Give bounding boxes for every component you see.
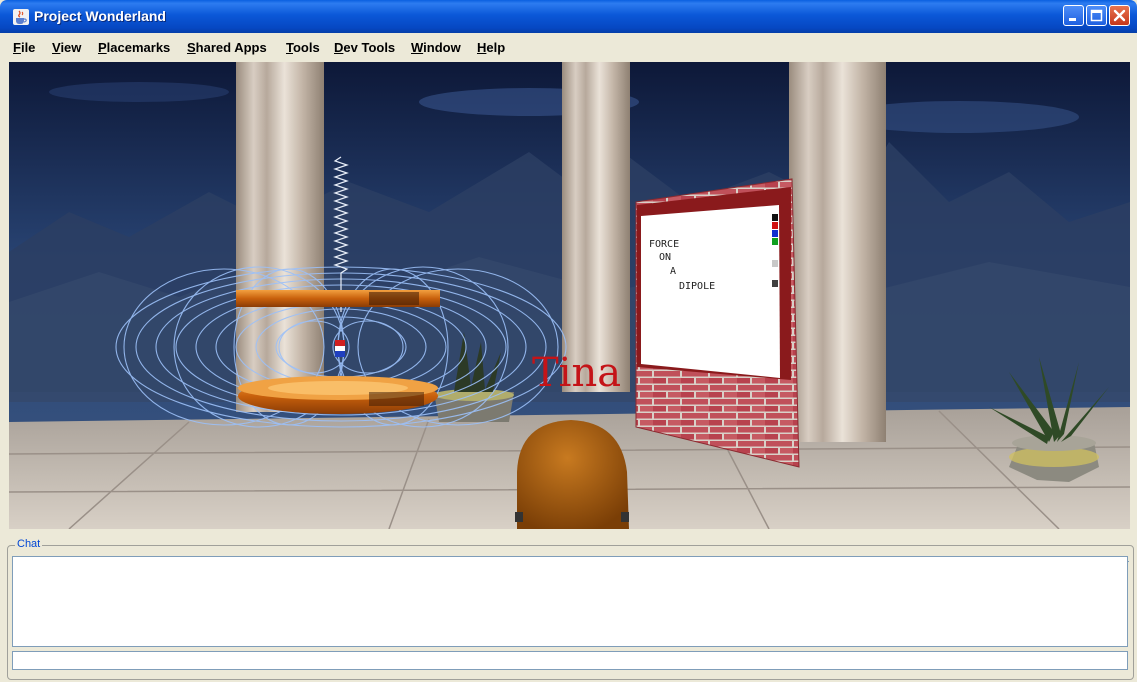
3d-viewport[interactable]: FORCE ON A DIPOLE Tina: [9, 62, 1130, 529]
chat-input[interactable]: [12, 651, 1128, 670]
chat-log[interactable]: [12, 556, 1128, 647]
chat-label: Chat: [15, 538, 43, 550]
svg-text:A: A: [670, 266, 676, 277]
maximize-button[interactable]: [1086, 5, 1107, 26]
minimize-button[interactable]: [1063, 5, 1084, 26]
close-icon: [1113, 9, 1126, 22]
minimize-icon: [1069, 18, 1076, 21]
avatar-nametag: Tina: [532, 350, 622, 396]
svg-text:FORCE: FORCE: [649, 239, 679, 250]
window-title: Project Wonderland: [34, 8, 166, 24]
menu-view[interactable]: View: [52, 40, 81, 55]
menu-file[interactable]: File: [13, 40, 35, 55]
close-button[interactable]: [1109, 5, 1130, 26]
scene-render: FORCE ON A DIPOLE: [9, 62, 1130, 529]
maximize-icon: [1090, 9, 1103, 22]
menu-help[interactable]: Help: [477, 40, 505, 55]
title-bar[interactable]: Project Wonderland: [0, 0, 1137, 33]
menu-placemarks[interactable]: Placemarks: [98, 40, 170, 55]
java-cup-icon: [13, 9, 29, 25]
menu-window[interactable]: Window: [411, 40, 461, 55]
svg-text:DIPOLE: DIPOLE: [679, 281, 715, 292]
menu-bar: File View Placemarks Shared Apps Tools D…: [0, 33, 1137, 61]
svg-text:ON: ON: [659, 252, 671, 263]
menu-dev-tools[interactable]: Dev Tools: [334, 40, 395, 55]
menu-tools[interactable]: Tools: [286, 40, 320, 55]
menu-shared-apps[interactable]: Shared Apps: [187, 40, 267, 55]
